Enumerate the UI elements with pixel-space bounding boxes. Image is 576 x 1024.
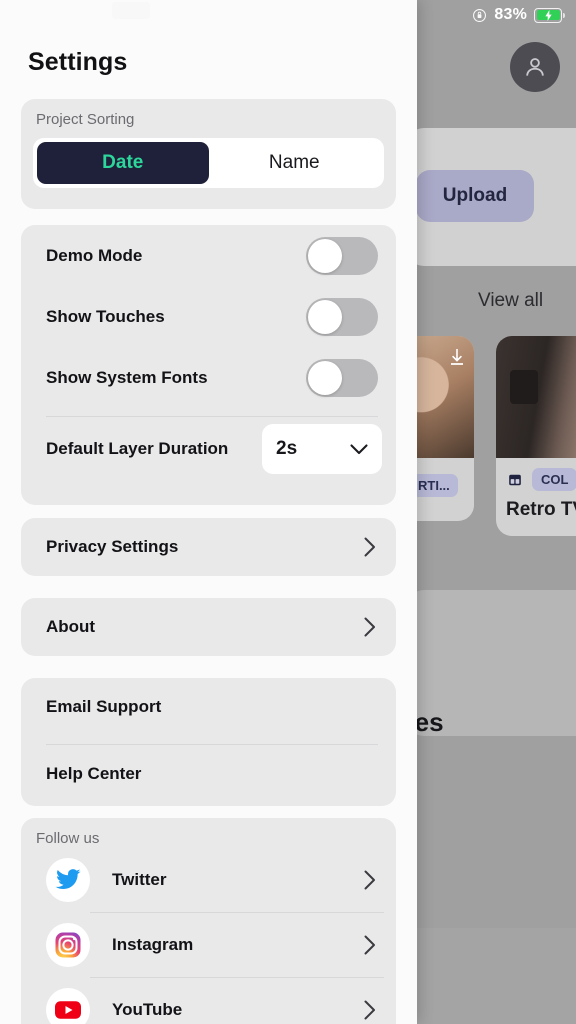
row-show-touches-label: Show Touches (46, 306, 165, 326)
rotation-lock-icon (473, 8, 487, 22)
row-show-touches[interactable]: Show Touches (21, 286, 396, 347)
row-show-system-fonts[interactable]: Show System Fonts (21, 347, 396, 408)
default-layer-duration-label: Default Layer Duration (46, 439, 229, 458)
row-youtube-label: YouTube (112, 999, 183, 1019)
row-privacy-settings[interactable]: Privacy Settings (21, 518, 396, 576)
project-chip: RTI... (410, 474, 458, 497)
instagram-icon (46, 922, 90, 967)
about-card[interactable]: About (21, 598, 396, 656)
project-thumbnail (408, 336, 474, 458)
segment-name[interactable]: Name (209, 142, 381, 184)
row-demo-mode-label: Demo Mode (46, 245, 143, 265)
battery-charging-icon (534, 7, 565, 23)
battery-percent-label: 83% (494, 6, 527, 23)
row-twitter[interactable]: Twitter (21, 847, 396, 912)
row-youtube[interactable]: YouTube (21, 977, 396, 1024)
row-twitter-label: Twitter (112, 869, 167, 889)
project-sorting-label: Project Sorting (36, 111, 135, 128)
preferences-card: Demo Mode Show Touches Show System Fonts… (21, 225, 396, 505)
row-help-center[interactable]: Help Center (21, 745, 396, 803)
app-screen: 83% Upload View all RTI... COL Retro T t… (0, 0, 576, 1024)
row-privacy-settings-label: Privacy Settings (46, 537, 179, 556)
chevron-right-icon (364, 617, 375, 637)
row-instagram[interactable]: Instagram (21, 912, 396, 977)
status-bar-ghost (112, 2, 150, 19)
twitter-icon (46, 857, 90, 902)
row-email-support[interactable]: Email Support (21, 678, 396, 736)
row-instagram-label: Instagram (112, 934, 194, 954)
chevron-right-icon (364, 1000, 375, 1019)
row-default-layer-duration[interactable]: Default Layer Duration 2s (21, 417, 396, 481)
default-layer-duration-select[interactable]: 2s (262, 424, 382, 474)
view-all-link[interactable]: View all (478, 290, 543, 312)
toggle-show-touches[interactable] (306, 297, 378, 336)
templates-icon (509, 474, 521, 485)
toggle-demo-mode[interactable] (306, 236, 378, 275)
chevron-right-icon (364, 935, 375, 954)
avatar[interactable] (510, 42, 560, 92)
chevron-down-icon (350, 443, 368, 454)
row-about-label: About (46, 617, 96, 636)
toggle-knob (308, 360, 342, 395)
project-card[interactable]: RTI... (408, 336, 474, 521)
chevron-right-icon (364, 537, 375, 557)
project-thumbnail (496, 336, 576, 458)
toggle-knob (308, 299, 342, 334)
project-title: Retro TV (506, 499, 576, 520)
row-show-system-fonts-label: Show System Fonts (46, 367, 208, 387)
default-layer-duration-value: 2s (276, 438, 298, 459)
row-help-center-label: Help Center (46, 764, 142, 783)
support-card: Email Support Help Center (21, 678, 396, 806)
chevron-right-icon (364, 870, 375, 889)
upload-button[interactable]: Upload (416, 170, 534, 222)
toggle-knob (308, 238, 342, 273)
project-sorting-segmented-control[interactable]: Date Name (33, 138, 384, 188)
project-sorting-card: Project Sorting Date Name (21, 99, 396, 209)
project-card[interactable]: COL Retro TV (496, 336, 576, 536)
follow-us-label: Follow us (36, 830, 100, 847)
row-demo-mode[interactable]: Demo Mode (21, 225, 396, 286)
youtube-icon (46, 987, 90, 1024)
download-icon (451, 349, 463, 365)
follow-us-card: Follow us Twitter Instagram YouTube (21, 818, 396, 1024)
toggle-show-system-fonts[interactable] (306, 358, 378, 397)
segment-date[interactable]: Date (37, 142, 209, 184)
settings-sidebar: Settings Project Sorting Date Name Demo … (0, 0, 417, 1024)
row-email-support-label: Email Support (46, 697, 162, 716)
page-title: Settings (28, 48, 128, 76)
privacy-settings-card[interactable]: Privacy Settings (21, 518, 396, 576)
tab-bar: s Templates (400, 928, 576, 1024)
row-about[interactable]: About (21, 598, 396, 656)
user-avatar-icon (526, 58, 544, 76)
project-chip: COL (532, 468, 576, 491)
